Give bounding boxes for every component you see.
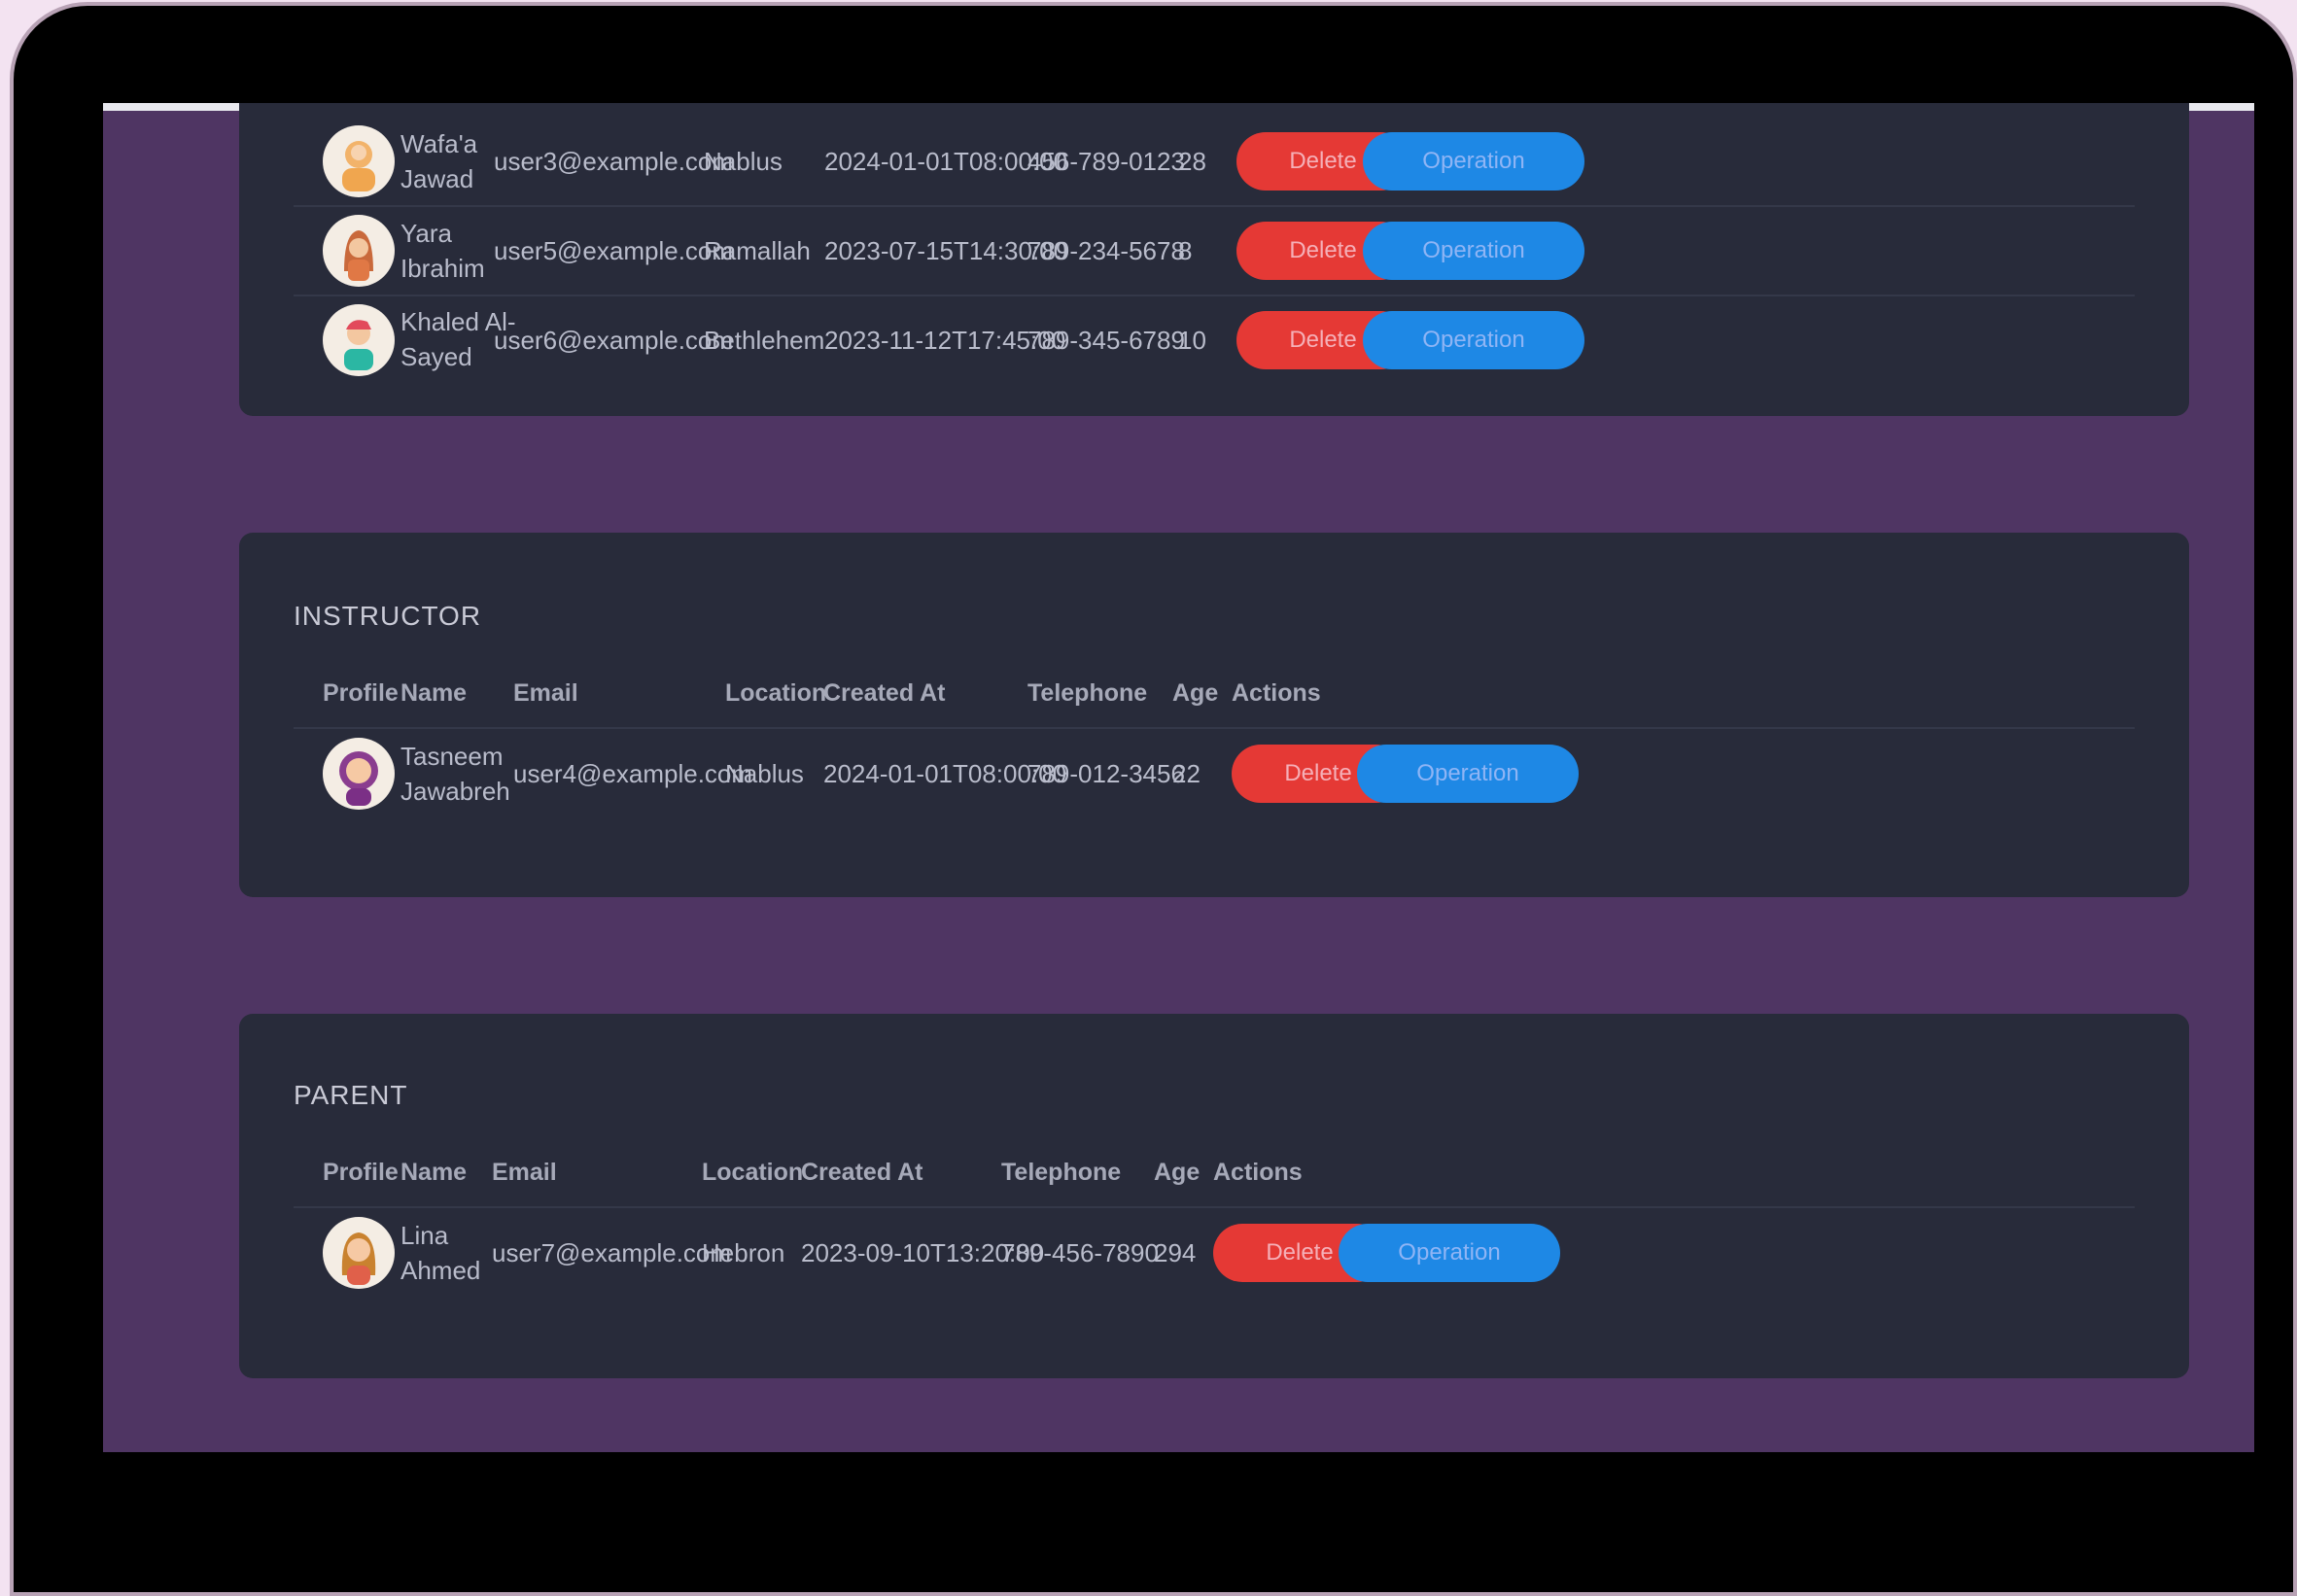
header-age: Age	[1154, 1159, 1201, 1186]
user-email: user7@example.com	[492, 1237, 732, 1267]
user-age: 8	[1178, 236, 1193, 265]
table-header: Profile Name Email Location Created At T…	[294, 659, 2135, 729]
user-telephone: 456-789-0123	[1027, 147, 1185, 176]
laptop-frame: Wafa'a Jawad user3@example.com Nablus 20…	[10, 2, 2297, 1596]
user-age: 28	[1178, 147, 1206, 176]
header-location: Location	[725, 679, 827, 707]
user-name: Lina Ahmed	[400, 1220, 481, 1285]
user-name: Tasneem Jawabreh	[400, 741, 510, 806]
header-name: Name	[400, 679, 468, 707]
header-location: Location	[702, 1159, 804, 1186]
user-email: user4@example.com	[513, 758, 753, 788]
instructor-card: INSTRUCTOR Profile Name Email Location C…	[239, 533, 2189, 897]
user-location: Nablus	[704, 147, 783, 176]
card-title: INSTRUCTOR	[294, 601, 482, 631]
table-header: Profile Name Email Location Created At T…	[294, 1138, 2135, 1208]
user-location: Ramallah	[704, 236, 811, 265]
user-email: user5@example.com	[494, 236, 734, 265]
table-row: Wafa'a Jawad user3@example.com Nablus 20…	[294, 118, 2135, 207]
user-location: Bethlehem	[704, 326, 825, 355]
user-telephone: 789-345-6789	[1027, 326, 1185, 355]
user-email: user3@example.com	[494, 147, 734, 176]
user-age: 22	[1172, 758, 1201, 788]
header-telephone: Telephone	[1001, 1159, 1122, 1186]
header-telephone: Telephone	[1027, 679, 1148, 707]
user-age: 10	[1178, 326, 1206, 355]
table-row: Lina Ahmed user7@example.com Hebron 2023…	[294, 1206, 2135, 1299]
header-profile: Profile	[323, 1159, 399, 1186]
avatar	[323, 125, 395, 197]
parent-card: PARENT Profile Name Email Location Creat…	[239, 1014, 2189, 1378]
header-profile: Profile	[323, 679, 399, 707]
avatar	[323, 215, 395, 287]
user-location: Hebron	[702, 1237, 785, 1267]
header-actions: Actions	[1232, 679, 1321, 707]
avatar	[323, 304, 395, 376]
header-created-at: Created At	[801, 1159, 923, 1186]
header-email: Email	[513, 679, 578, 707]
table-row: Tasneem Jawabreh user4@example.com Nablu…	[294, 727, 2135, 819]
operation-button[interactable]: Operation	[1339, 1223, 1560, 1282]
header-email: Email	[492, 1159, 557, 1186]
header-age: Age	[1172, 679, 1219, 707]
user-email: user6@example.com	[494, 326, 734, 355]
avatar	[323, 1216, 395, 1289]
table-row: Yara Ibrahim user5@example.com Ramallah …	[294, 207, 2135, 296]
card-title: PARENT	[294, 1080, 408, 1110]
operation-button[interactable]: Operation	[1357, 744, 1579, 803]
header-created-at: Created At	[823, 679, 946, 707]
operation-button[interactable]: Operation	[1363, 311, 1584, 369]
operation-button[interactable]: Operation	[1363, 222, 1584, 280]
operation-button[interactable]: Operation	[1363, 132, 1584, 191]
header-actions: Actions	[1213, 1159, 1303, 1186]
user-telephone: 789-456-7890	[1001, 1237, 1159, 1267]
screen: Wafa'a Jawad user3@example.com Nablus 20…	[103, 103, 2254, 1452]
avatar	[323, 737, 395, 810]
user-telephone: 789-234-5678	[1027, 236, 1185, 265]
user-location: Nablus	[725, 758, 804, 788]
header-name: Name	[400, 1159, 468, 1186]
user-age: 294	[1154, 1237, 1197, 1267]
student-card: Wafa'a Jawad user3@example.com Nablus 20…	[239, 103, 2189, 416]
table-row: Khaled Al-Sayed user6@example.com Bethle…	[294, 296, 2135, 384]
user-telephone: 789-012-3456	[1027, 758, 1185, 788]
